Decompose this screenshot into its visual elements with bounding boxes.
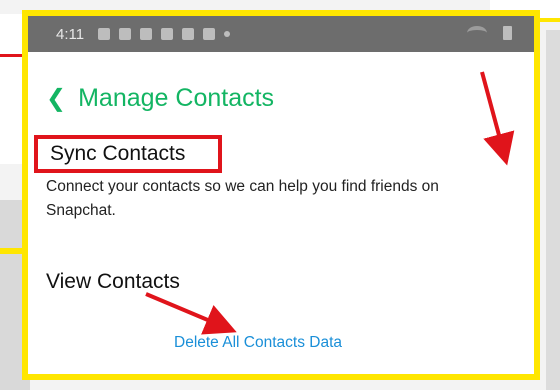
sync-contacts-option[interactable]: Sync Contacts [34, 135, 222, 173]
notification-icon [119, 28, 132, 40]
sync-contacts-description: Connect your contacts so we can help you… [46, 178, 439, 219]
system-icons [467, 26, 512, 40]
notification-icons [98, 28, 231, 40]
status-bar: 4:11 [28, 16, 534, 52]
message-icon [98, 28, 111, 40]
dot-icon [224, 31, 231, 37]
sync-contacts-title: Sync Contacts [50, 142, 186, 165]
view-contacts-option[interactable]: View Contacts [46, 270, 180, 294]
battery-icon [503, 26, 512, 40]
status-time: 4:11 [56, 25, 85, 43]
mail-icon [203, 28, 216, 40]
image-icon [140, 28, 153, 40]
gallery-icon [161, 28, 174, 40]
header: ❮ Manage Contacts [46, 84, 274, 113]
background-right-strip [546, 30, 560, 390]
chevron-left-icon[interactable]: ❮ [46, 86, 66, 111]
lock-icon [182, 28, 195, 40]
wifi-icon [467, 26, 487, 40]
page-title: Manage Contacts [78, 84, 275, 112]
delete-all-contacts-link[interactable]: Delete All Contacts Data [174, 334, 342, 352]
